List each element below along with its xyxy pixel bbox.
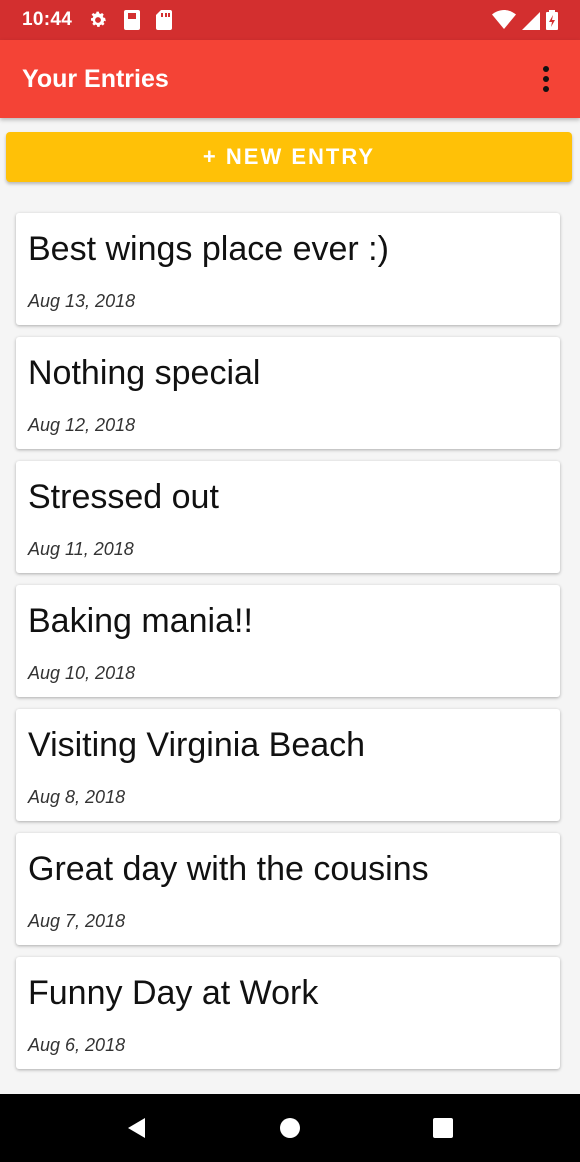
menu-dot: [543, 66, 549, 72]
status-right: [492, 10, 558, 30]
entry-card[interactable]: Baking mania!! Aug 10, 2018: [16, 585, 560, 697]
entry-date: Aug 10, 2018: [28, 663, 136, 683]
entry-date: Aug 6, 2018: [28, 1035, 126, 1055]
sim-card-icon: [156, 10, 173, 30]
entry-date: Aug 11, 2018: [28, 539, 134, 559]
entry-card[interactable]: Funny Day at Work Aug 6, 2018: [16, 957, 560, 1069]
back-icon[interactable]: [117, 1108, 157, 1148]
sd-card-icon: [124, 10, 141, 30]
more-vertical-icon[interactable]: [534, 59, 558, 99]
entry-card[interactable]: Best wings place ever :) Aug 13, 2018: [16, 213, 560, 325]
navigation-bar: [0, 1094, 580, 1162]
entry-title: Visiting Virginia Beach: [28, 726, 366, 764]
screen: 10:44 Your Entries + NEW ENTRY Best wing…: [0, 0, 580, 1162]
entry-date: Aug 12, 2018: [28, 415, 136, 435]
entry-title: Baking mania!!: [28, 602, 253, 640]
entry-title: Stressed out: [28, 478, 219, 516]
entry-date: Aug 8, 2018: [28, 787, 126, 807]
entries-list: Best wings place ever :) Aug 13, 2018 No…: [16, 213, 560, 1081]
entry-title: Funny Day at Work: [28, 974, 319, 1012]
entry-card[interactable]: Nothing special Aug 12, 2018: [16, 337, 560, 449]
app-bar: Your Entries: [0, 40, 580, 118]
entry-title: Best wings place ever :): [28, 230, 389, 268]
menu-dot: [543, 86, 549, 92]
menu-dot: [543, 76, 549, 82]
status-bar: 10:44: [0, 0, 580, 40]
cell-signal-icon: [522, 10, 540, 30]
page-title: Your Entries: [22, 64, 169, 93]
battery-charging-icon: [546, 10, 558, 30]
entry-title: Nothing special: [28, 354, 261, 392]
entry-date: Aug 13, 2018: [28, 291, 136, 311]
recents-icon[interactable]: [423, 1108, 463, 1148]
entry-card[interactable]: Great day with the cousins Aug 7, 2018: [16, 833, 560, 945]
status-left: 10:44: [22, 9, 173, 31]
new-entry-button[interactable]: + NEW ENTRY: [6, 132, 572, 182]
entry-title: Great day with the cousins: [28, 850, 429, 888]
entry-card[interactable]: Visiting Virginia Beach Aug 8, 2018: [16, 709, 560, 821]
gear-icon: [88, 10, 108, 30]
home-icon[interactable]: [270, 1108, 310, 1148]
entry-card[interactable]: Stressed out Aug 11, 2018: [16, 461, 560, 573]
wifi-icon: [492, 10, 516, 30]
status-time: 10:44: [22, 9, 73, 30]
entry-date: Aug 7, 2018: [28, 911, 126, 931]
